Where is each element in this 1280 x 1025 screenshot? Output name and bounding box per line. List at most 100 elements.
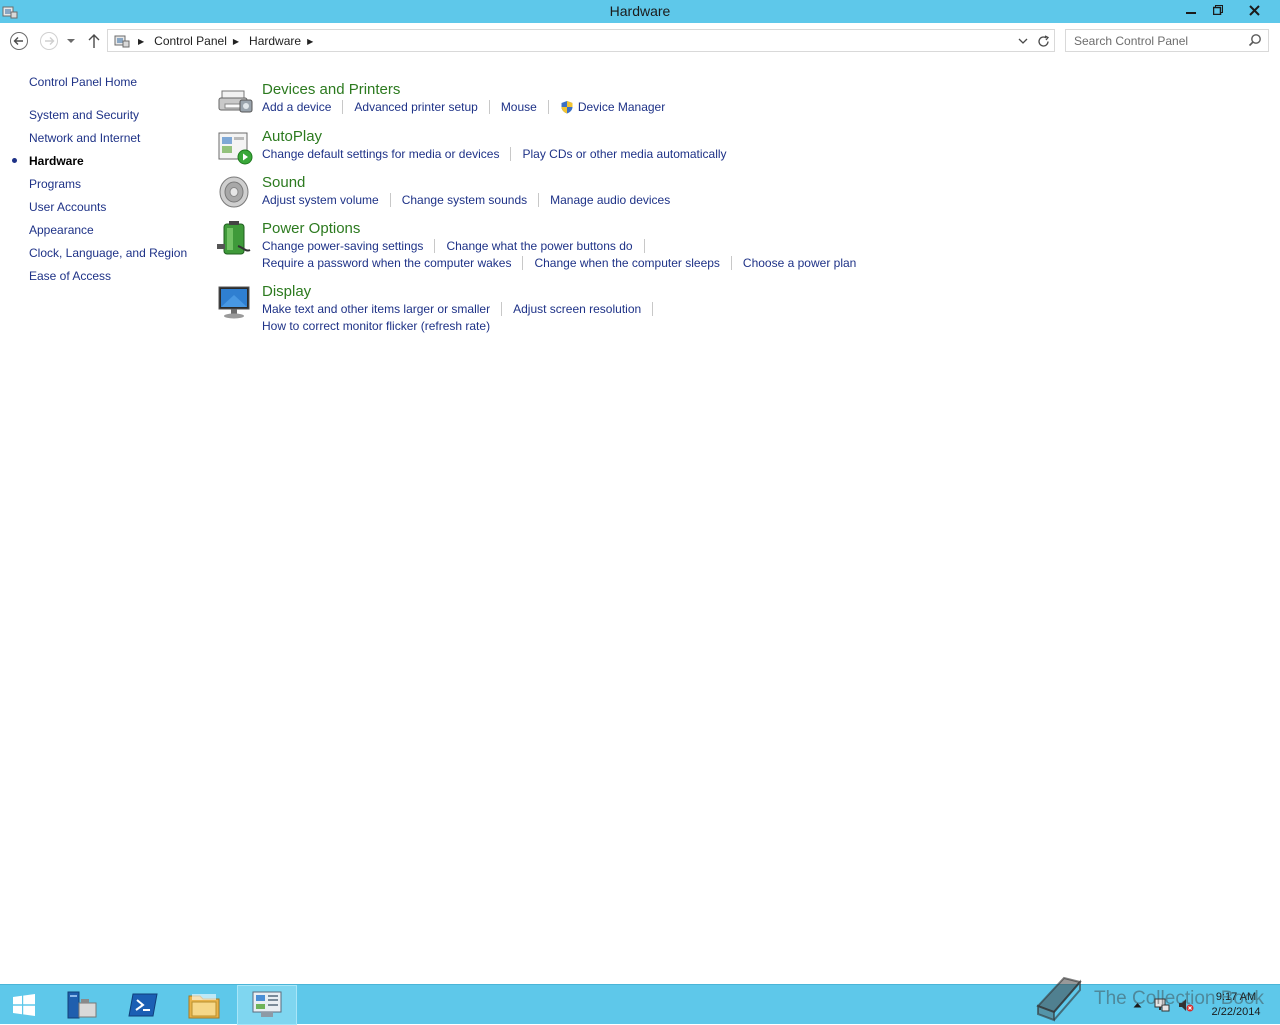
breadcrumb-separator-icon[interactable]: ▶: [138, 37, 144, 46]
sidebar-item-system-and-security[interactable]: System and Security: [29, 108, 139, 122]
back-button[interactable]: [8, 30, 30, 52]
change-system-sounds-link[interactable]: Change system sounds: [402, 193, 527, 207]
speaker-icon[interactable]: [216, 174, 254, 212]
recent-locations-button[interactable]: [61, 30, 81, 52]
power-options-tasks-row-2: Require a password when the computer wak…: [262, 256, 856, 270]
link-divider: [510, 147, 512, 161]
display-tasks-row-1: Make text and other items larger or smal…: [262, 302, 664, 316]
start-button[interactable]: [0, 985, 48, 1025]
power-options-link[interactable]: Power Options: [262, 220, 360, 237]
manage-audio-devices-link[interactable]: Manage audio devices: [550, 193, 670, 207]
forward-arrow-icon: [40, 32, 58, 50]
breadcrumb-control-panel[interactable]: Control Panel: [148, 34, 233, 48]
change-default-media-settings-link[interactable]: Change default settings for media or dev…: [262, 147, 499, 161]
sound-link[interactable]: Sound: [262, 174, 305, 191]
breadcrumb-hardware[interactable]: Hardware: [243, 34, 307, 48]
control-panel-icon: [114, 35, 130, 48]
title-bar: Hardware: [0, 0, 1280, 23]
control-panel-taskbar-button[interactable]: [237, 985, 297, 1025]
control-panel-icon: [252, 991, 282, 1017]
monitor-icon[interactable]: [216, 283, 254, 321]
watermark-text: The Collection Book: [1094, 988, 1265, 1009]
minimize-icon: [1186, 12, 1196, 14]
server-manager-icon: [67, 991, 97, 1019]
link-divider: [501, 302, 503, 316]
link-divider: [342, 100, 344, 114]
powershell-taskbar-button[interactable]: [113, 985, 173, 1025]
sidebar-item-network-and-internet[interactable]: Network and Internet: [29, 131, 140, 145]
chevron-down-icon: [1018, 38, 1028, 44]
autoplay-tasks: Change default settings for media or dev…: [262, 147, 727, 161]
link-divider: [389, 193, 391, 207]
back-arrow-icon: [10, 32, 28, 50]
restore-icon: [1213, 5, 1223, 15]
sidebar-item-user-accounts[interactable]: User Accounts: [29, 200, 106, 214]
link-divider: [643, 239, 645, 253]
address-history-button[interactable]: [1016, 33, 1030, 49]
link-divider: [652, 302, 654, 316]
breadcrumb-separator-icon[interactable]: ▶: [233, 37, 239, 46]
mouse-link[interactable]: Mouse: [501, 100, 537, 114]
forward-button[interactable]: [38, 30, 60, 52]
sound-tasks: Adjust system volume Change system sound…: [262, 193, 670, 207]
file-explorer-taskbar-button[interactable]: [174, 985, 234, 1025]
battery-icon[interactable]: [216, 220, 254, 258]
search-box[interactable]: [1065, 29, 1269, 52]
search-icon[interactable]: [1248, 33, 1262, 47]
sidebar-item-hardware[interactable]: Hardware: [29, 154, 84, 168]
folder-icon: [188, 994, 220, 1019]
restore-button[interactable]: [1205, 0, 1231, 20]
adjust-system-volume-link[interactable]: Adjust system volume: [262, 193, 379, 207]
sidebar-item-programs[interactable]: Programs: [29, 177, 81, 191]
display-link[interactable]: Display: [262, 283, 311, 300]
link-divider: [538, 193, 540, 207]
change-when-computer-sleeps-link[interactable]: Change when the computer sleeps: [534, 256, 719, 270]
minimize-button[interactable]: [1177, 0, 1205, 20]
breadcrumb-separator-icon[interactable]: ▶: [307, 37, 313, 46]
display-tasks-row-2: How to correct monitor flicker (refresh …: [262, 319, 490, 333]
refresh-icon: [1037, 34, 1049, 47]
refresh-button[interactable]: [1034, 32, 1052, 50]
add-a-device-link[interactable]: Add a device: [262, 100, 331, 114]
printer-icon[interactable]: [216, 81, 254, 119]
address-bar[interactable]: ▶ Control Panel ▶ Hardware ▶: [107, 29, 1055, 52]
close-button[interactable]: [1231, 0, 1277, 20]
autoplay-icon[interactable]: [216, 128, 254, 166]
up-arrow-icon: [88, 34, 100, 48]
require-password-on-wake-link[interactable]: Require a password when the computer wak…: [262, 256, 511, 270]
power-options-tasks-row-1: Change power-saving settings Change what…: [262, 239, 656, 253]
make-text-larger-link[interactable]: Make text and other items larger or smal…: [262, 302, 490, 316]
navigation-bar: ▶ Control Panel ▶ Hardware ▶: [0, 23, 1280, 58]
up-button[interactable]: [84, 30, 104, 52]
sidebar-item-appearance[interactable]: Appearance: [29, 223, 94, 237]
sidebar-item-clock-language-region[interactable]: Clock, Language, and Region: [29, 246, 187, 260]
devices-and-printers-link[interactable]: Devices and Printers: [262, 81, 400, 98]
current-item-bullet: [12, 158, 17, 163]
sidebar-item-ease-of-access[interactable]: Ease of Access: [29, 269, 111, 283]
uac-shield-icon: [561, 101, 573, 114]
devices-and-printers-tasks: Add a device Advanced printer setup Mous…: [262, 100, 665, 114]
change-power-saving-settings-link[interactable]: Change power-saving settings: [262, 239, 423, 253]
window-title: Hardware: [609, 3, 671, 19]
autoplay-link[interactable]: AutoPlay: [262, 128, 322, 145]
watermark: The Collection Book: [1030, 976, 1270, 1022]
link-divider: [488, 100, 490, 114]
server-manager-taskbar-button[interactable]: [52, 985, 112, 1025]
change-power-buttons-link[interactable]: Change what the power buttons do: [446, 239, 632, 253]
link-divider: [547, 100, 549, 114]
powershell-icon: [128, 993, 158, 1017]
device-manager-link[interactable]: Device Manager: [578, 100, 665, 114]
play-cds-automatically-link[interactable]: Play CDs or other media automatically: [522, 147, 726, 161]
link-divider: [434, 239, 436, 253]
book-icon: [1036, 976, 1082, 1022]
choose-power-plan-link[interactable]: Choose a power plan: [743, 256, 856, 270]
advanced-printer-setup-link[interactable]: Advanced printer setup: [354, 100, 477, 114]
link-divider: [522, 256, 524, 270]
adjust-screen-resolution-link[interactable]: Adjust screen resolution: [513, 302, 641, 316]
control-panel-home-link[interactable]: Control Panel Home: [29, 75, 137, 89]
monitor-flicker-help-link[interactable]: How to correct monitor flicker (refresh …: [262, 319, 490, 333]
windows-logo-icon: [13, 994, 35, 1016]
search-input[interactable]: [1066, 30, 1246, 51]
close-icon: [1248, 4, 1260, 16]
link-divider: [730, 256, 732, 270]
